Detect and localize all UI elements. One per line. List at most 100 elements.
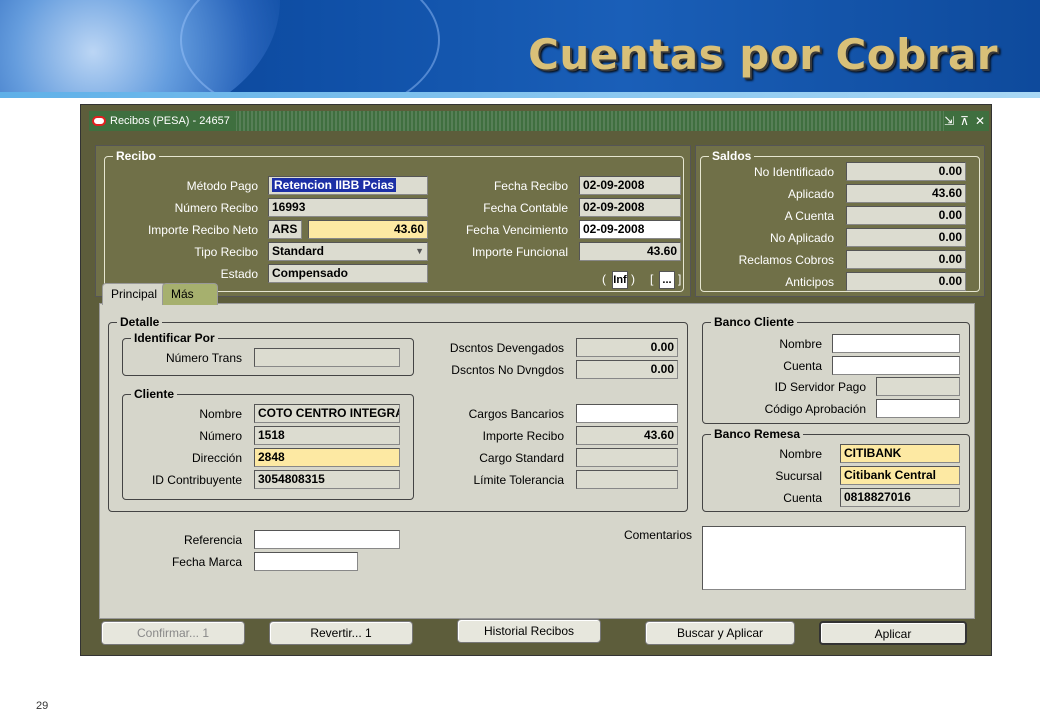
cliente-nombre-field[interactable]: COTO CENTRO INTEGRAI bbox=[254, 404, 400, 423]
fecha-vencimiento-field[interactable]: 02-09-2008 bbox=[579, 220, 681, 239]
dsctos-no-devengados-field[interactable]: 0.00 bbox=[576, 360, 678, 379]
numero-recibo-label: Número Recibo bbox=[174, 201, 258, 215]
banco-cliente-nombre-label: Nombre bbox=[779, 337, 822, 351]
banco-remesa-nombre-field[interactable]: CITIBANK bbox=[840, 444, 960, 463]
referencia-field[interactable] bbox=[254, 530, 400, 549]
saldo-value[interactable]: 0.00 bbox=[846, 228, 966, 247]
tipo-recibo-select[interactable]: Standard ▼ bbox=[268, 242, 428, 261]
importe-recibo-label: Importe Recibo bbox=[482, 429, 564, 443]
window-titlebar[interactable]: Recibos (PESA) - 24657 ⇲ ⊼ ✕ bbox=[89, 111, 989, 131]
cliente-legend: Cliente bbox=[131, 387, 178, 401]
slide-header: Cuentas por Cobrar bbox=[0, 0, 1040, 92]
importe-neto-field[interactable]: 43.60 bbox=[308, 220, 428, 239]
recibo-legend: Recibo bbox=[113, 149, 160, 163]
info-button[interactable]: Inf bbox=[612, 271, 628, 289]
numero-trans-field[interactable] bbox=[254, 348, 400, 367]
cargo-standard-label: Cargo Standard bbox=[479, 451, 564, 465]
saldo-label: Aplicado bbox=[787, 187, 834, 201]
id-servidor-pago-field[interactable] bbox=[876, 377, 960, 396]
codigo-aprobacion-field[interactable] bbox=[876, 399, 960, 418]
saldos-legend: Saldos bbox=[709, 149, 755, 163]
slide-underbar bbox=[0, 92, 1040, 98]
slide-title: Cuentas por Cobrar bbox=[528, 30, 998, 79]
cliente-numero-field[interactable]: 1518 bbox=[254, 426, 400, 445]
numero-trans-label: Número Trans bbox=[165, 351, 242, 365]
id-contribuyente-label: ID Contribuyente bbox=[151, 473, 242, 487]
id-servidor-pago-label: ID Servidor Pago bbox=[774, 380, 866, 394]
chevron-down-icon[interactable]: ▼ bbox=[415, 246, 424, 256]
saldo-value[interactable]: 0.00 bbox=[846, 206, 966, 225]
detalle-legend: Detalle bbox=[117, 315, 163, 329]
estado-field[interactable]: Compensado bbox=[268, 264, 428, 283]
globe-ring-graphic bbox=[180, 0, 440, 92]
saldo-label: No Identificado bbox=[753, 165, 834, 179]
comentarios-field[interactable] bbox=[702, 526, 966, 590]
ellipsis-button[interactable]: ... bbox=[659, 271, 675, 289]
banco-remesa-cuenta-field[interactable]: 0818827016 bbox=[840, 488, 960, 507]
tab-content-principal: Principal Más Detalle Identificar Por Nú… bbox=[99, 283, 975, 619]
importe-funcional-label: Importe Funcional bbox=[471, 245, 568, 259]
resize-icon[interactable]: ⇲ bbox=[944, 114, 954, 128]
cliente-nombre-label: Nombre bbox=[199, 407, 242, 421]
saldo-value[interactable]: 0.00 bbox=[846, 250, 966, 269]
metodo-pago-label: Método Pago bbox=[186, 179, 258, 193]
limite-tolerancia-label: Límite Tolerancia bbox=[473, 473, 565, 487]
banco-cliente-nombre-field[interactable] bbox=[832, 334, 960, 353]
numero-recibo-field[interactable]: 16993 bbox=[268, 198, 428, 217]
close-icon[interactable]: ✕ bbox=[975, 114, 985, 128]
banco-cliente-cuenta-label: Cuenta bbox=[783, 359, 822, 373]
oracle-icon bbox=[92, 116, 106, 126]
fecha-contable-field[interactable]: 02-09-2008 bbox=[579, 198, 681, 217]
cliente-numero-label: Número bbox=[199, 429, 242, 443]
dsctos-devengados-field[interactable]: 0.00 bbox=[576, 338, 678, 357]
fecha-vencimiento-label: Fecha Vencimiento bbox=[465, 223, 568, 237]
dsctos-no-devengados-label: Dscntos No Dvngdos bbox=[451, 363, 564, 377]
historial-recibos-button[interactable]: Historial Recibos bbox=[457, 619, 601, 643]
banco-cliente-legend: Banco Cliente bbox=[711, 315, 798, 329]
banco-cliente-cuenta-field[interactable] bbox=[832, 356, 960, 375]
comentarios-label: Comentarios bbox=[623, 528, 692, 542]
fecha-marca-field[interactable] bbox=[254, 552, 358, 571]
revertir-button[interactable]: Revertir... 1 bbox=[269, 621, 413, 645]
codigo-aprobacion-label: Código Aprobación bbox=[764, 402, 866, 416]
tab-principal[interactable]: Principal bbox=[102, 283, 167, 305]
bracket-open: [ bbox=[650, 272, 654, 286]
saldo-value[interactable]: 0.00 bbox=[846, 272, 966, 291]
cargo-standard-field[interactable] bbox=[576, 448, 678, 467]
paren-open: ( bbox=[602, 272, 606, 286]
importe-recibo-field[interactable]: 43.60 bbox=[576, 426, 678, 445]
saldos-panel: Saldos No Identificado 0.00 Aplicado 43.… bbox=[695, 145, 985, 297]
saldo-label: No Aplicado bbox=[769, 231, 834, 245]
aplicar-button[interactable]: Aplicar bbox=[819, 621, 967, 645]
limite-tolerancia-field[interactable] bbox=[576, 470, 678, 489]
tab-mas[interactable]: Más bbox=[162, 283, 218, 305]
estado-label: Estado bbox=[220, 267, 258, 281]
tipo-recibo-label: Tipo Recibo bbox=[194, 245, 258, 259]
id-contribuyente-field[interactable]: 3054808315 bbox=[254, 470, 400, 489]
page-number: 29 bbox=[36, 700, 49, 712]
paren-close: ) bbox=[631, 272, 635, 286]
saldo-value[interactable]: 43.60 bbox=[846, 184, 966, 203]
fecha-contable-label: Fecha Contable bbox=[483, 201, 568, 215]
saldo-label: A Cuenta bbox=[784, 209, 834, 223]
buscar-aplicar-button[interactable]: Buscar y Aplicar bbox=[645, 621, 795, 645]
banco-remesa-sucursal-field[interactable]: Citibank Central bbox=[840, 466, 960, 485]
saldo-value[interactable]: 0.00 bbox=[846, 162, 966, 181]
cliente-direccion-label: Dirección bbox=[191, 451, 242, 465]
cliente-direccion-field[interactable]: 2848 bbox=[254, 448, 400, 467]
banco-remesa-sucursal-label: Sucursal bbox=[775, 469, 822, 483]
cargos-bancarios-label: Cargos Bancarios bbox=[468, 407, 564, 421]
maximize-icon[interactable]: ⊼ bbox=[960, 114, 969, 128]
importe-neto-label: Importe Recibo Neto bbox=[147, 223, 258, 237]
fecha-recibo-field[interactable]: 02-09-2008 bbox=[579, 176, 681, 195]
banco-remesa-nombre-label: Nombre bbox=[779, 447, 822, 461]
fecha-recibo-label: Fecha Recibo bbox=[493, 179, 568, 193]
importe-funcional-field[interactable]: 43.60 bbox=[579, 242, 681, 261]
cargos-bancarios-field[interactable] bbox=[576, 404, 678, 423]
currency-field[interactable]: ARS bbox=[268, 220, 302, 239]
confirmar-button[interactable]: Confirmar... 1 bbox=[101, 621, 245, 645]
fecha-marca-label: Fecha Marca bbox=[171, 555, 242, 569]
banco-remesa-cuenta-label: Cuenta bbox=[783, 491, 822, 505]
metodo-pago-field[interactable]: Retencion IIBB Pcias bbox=[268, 176, 428, 195]
window-title: Recibos (PESA) - 24657 bbox=[110, 115, 230, 127]
